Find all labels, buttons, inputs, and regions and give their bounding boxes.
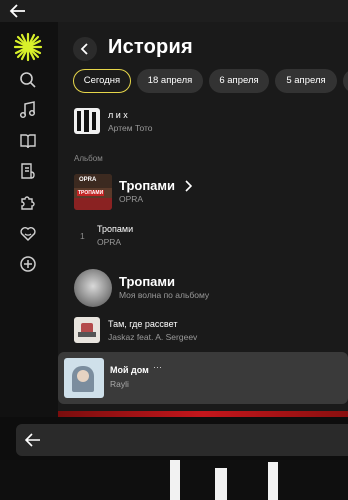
wave-cover xyxy=(74,269,112,307)
section-label: Альбом xyxy=(74,154,103,163)
music-note-icon[interactable] xyxy=(19,101,37,119)
wave-subtitle: Моя волна по альбому xyxy=(119,290,210,300)
top-bar xyxy=(0,0,348,22)
track-title: Там, где рассвет xyxy=(108,319,178,329)
track-artist: OPRA xyxy=(97,237,122,247)
track-row[interactable]: 1 Тропами OPRA xyxy=(58,222,348,252)
next-card-strip xyxy=(58,411,348,417)
track-number: 1 xyxy=(80,231,85,241)
wave-row[interactable]: Тропами Моя волна по альбому xyxy=(58,268,348,308)
audiobook-icon[interactable] xyxy=(19,162,37,180)
album-row[interactable]: OPRA ТРОПАМИ Тропами OPRA xyxy=(58,172,348,212)
now-playing-bar[interactable]: Мой дом ··· Rayli xyxy=(58,352,348,404)
back-arrow-icon[interactable] xyxy=(25,433,41,447)
puzzle-icon[interactable] xyxy=(19,193,37,211)
chip-date[interactable]: 6 апреля xyxy=(209,69,269,93)
chip-date[interactable] xyxy=(343,69,348,93)
album-cover: OPRA ТРОПАМИ xyxy=(74,174,112,210)
chip-today[interactable]: Сегодня xyxy=(73,69,131,93)
system-nav-bar xyxy=(16,424,348,456)
chip-date[interactable]: 18 апреля xyxy=(137,69,203,93)
book-icon[interactable] xyxy=(19,132,37,150)
track-title: л и х xyxy=(108,110,128,120)
now-playing-artist: Rayli xyxy=(110,379,129,389)
track-artist: Артем Тото xyxy=(108,123,153,133)
background-content xyxy=(0,460,348,500)
track-row[interactable]: Там, где рассвет Jaskaz feat. A. Sergeev xyxy=(58,317,348,345)
app-logo-icon[interactable] xyxy=(13,32,43,62)
chevron-left-icon xyxy=(80,43,88,55)
album-artist: OPRA xyxy=(119,194,144,204)
more-options-icon[interactable]: ··· xyxy=(153,362,162,372)
search-icon[interactable] xyxy=(19,71,37,89)
heart-icon[interactable] xyxy=(19,224,37,242)
cover-art xyxy=(77,110,96,132)
track-cover xyxy=(74,317,100,343)
history-back-button[interactable] xyxy=(73,37,97,61)
page-title: История xyxy=(108,36,193,58)
track-cover xyxy=(74,108,100,134)
wave-title: Тропами xyxy=(119,274,176,289)
left-nav-rail xyxy=(0,22,58,417)
chip-date[interactable]: 5 апреля xyxy=(275,69,337,93)
now-playing-cover xyxy=(64,358,104,398)
track-artist: Jaskaz feat. A. Sergeev xyxy=(108,332,198,342)
now-playing-title: Мой дом xyxy=(110,365,149,375)
add-circle-icon[interactable] xyxy=(19,255,37,273)
back-arrow-icon[interactable] xyxy=(9,3,27,19)
track-title: Тропами xyxy=(97,224,134,234)
list-item[interactable]: л и х Артем Тото xyxy=(58,108,348,136)
chevron-right-icon xyxy=(185,180,192,192)
album-title: Тропами xyxy=(119,178,176,193)
